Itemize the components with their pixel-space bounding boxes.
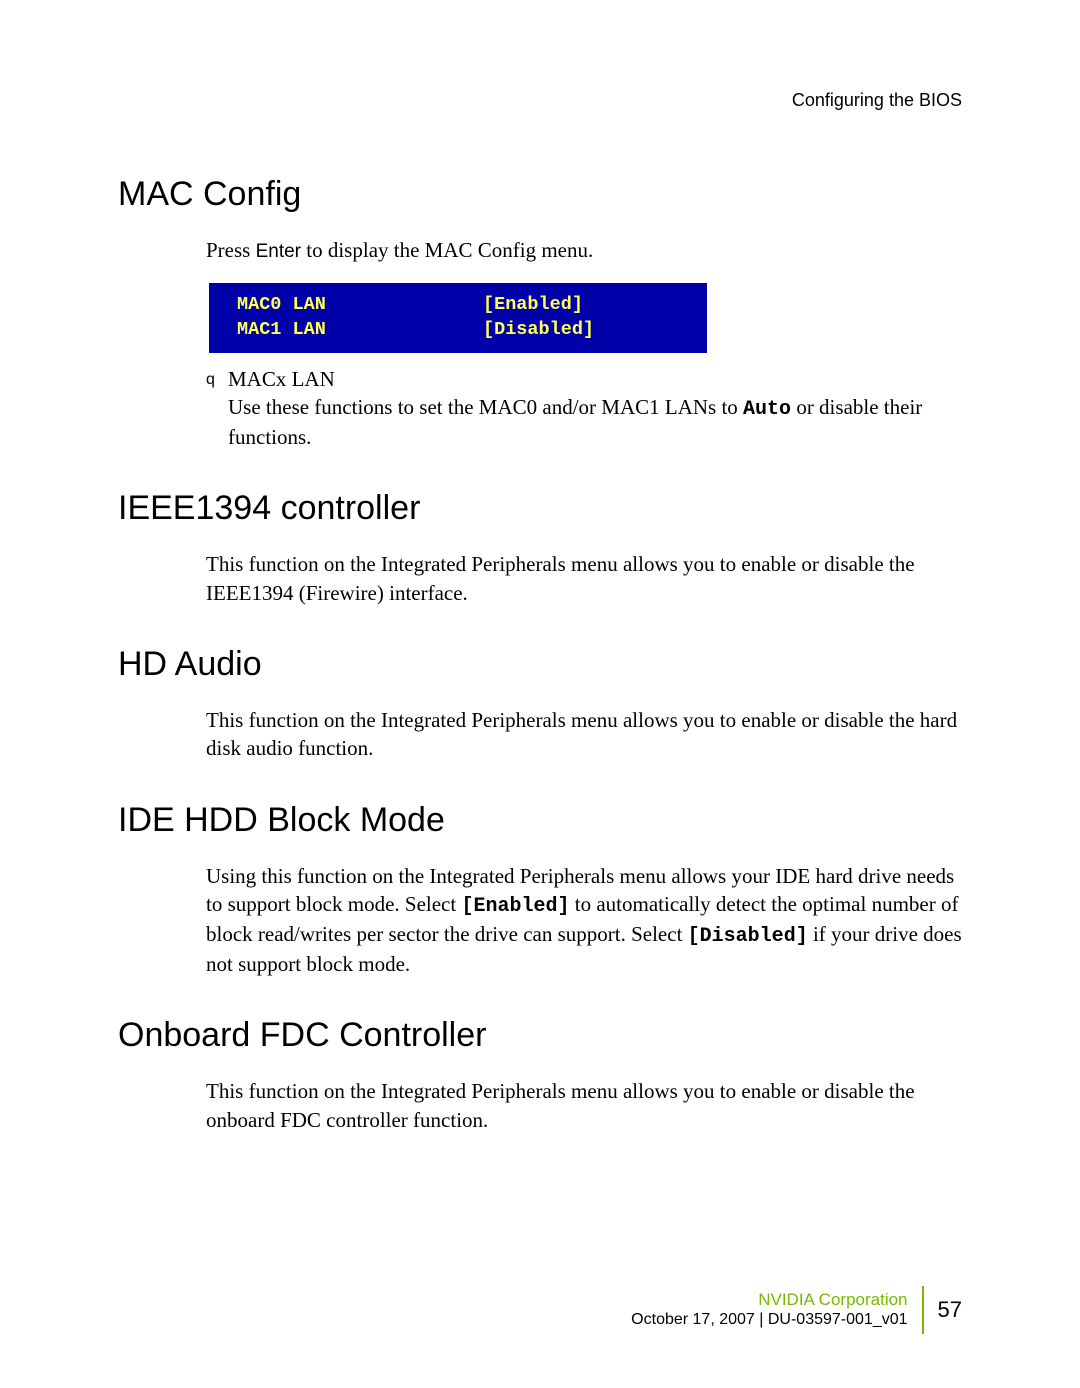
- text-fragment: to display the MAC Config menu.: [301, 238, 593, 262]
- code-disabled: [Disabled]: [688, 925, 808, 948]
- page-footer: NVIDIA Corporation October 17, 2007 | DU…: [631, 1286, 962, 1334]
- fdc-body: This function on the Integrated Peripher…: [206, 1077, 962, 1134]
- footer-page-number: 57: [924, 1297, 962, 1323]
- heading-ide-hdd: IDE HDD Block Mode: [118, 801, 962, 840]
- bullet-body-text: Use these functions to set the MAC0 and/…: [228, 393, 962, 451]
- heading-hd-audio: HD Audio: [118, 645, 962, 684]
- bios-value: [Enabled]: [483, 293, 583, 318]
- bullet-mark-icon: q: [206, 365, 228, 392]
- bios-row: MAC0 LAN [Enabled]: [237, 293, 687, 318]
- ide-body: Using this function on the Integrated Pe…: [206, 862, 962, 979]
- heading-onboard-fdc: Onboard FDC Controller: [118, 1016, 962, 1055]
- bios-screenshot-box: MAC0 LAN [Enabled] MAC1 LAN [Disabled]: [209, 283, 707, 353]
- code-enabled: [Enabled]: [461, 895, 569, 918]
- running-header: Configuring the BIOS: [118, 90, 962, 111]
- text-fragment: Press: [206, 238, 256, 262]
- bios-label: MAC1 LAN: [237, 318, 483, 343]
- code-auto: Auto: [743, 398, 791, 421]
- footer-dateline: October 17, 2007 | DU-03597-001_v01: [631, 1310, 907, 1330]
- bios-row: MAC1 LAN [Disabled]: [237, 318, 687, 343]
- mac-config-intro: Press Enter to display the MAC Config me…: [206, 236, 962, 265]
- bullet-item: q MACx LAN Use these functions to set th…: [206, 365, 962, 452]
- hd-audio-body: This function on the Integrated Peripher…: [206, 706, 962, 763]
- footer-corporation: NVIDIA Corporation: [631, 1290, 907, 1310]
- text-fragment: Use these functions to set the MAC0 and/…: [228, 395, 743, 419]
- heading-ieee1394: IEEE1394 controller: [118, 489, 962, 528]
- bios-value: [Disabled]: [483, 318, 594, 343]
- bios-label: MAC0 LAN: [237, 293, 483, 318]
- ieee-body: This function on the Integrated Peripher…: [206, 550, 962, 607]
- heading-mac-config: MAC Config: [118, 175, 962, 214]
- bullet-title: MACx LAN: [228, 365, 962, 393]
- key-enter: Enter: [256, 241, 301, 262]
